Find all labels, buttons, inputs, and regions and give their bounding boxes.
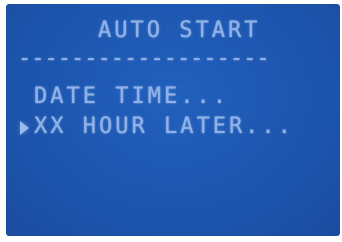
menu-item-label: DATE TIME... xyxy=(34,84,229,109)
screen-title: AUTO START xyxy=(98,18,261,43)
menu-item-label: XX HOUR LATER... xyxy=(34,114,294,139)
title-divider: ------------------- xyxy=(18,46,270,71)
lcd-screen: AUTO START ------------------- DATE TIME… xyxy=(6,4,340,236)
selection-cursor-icon xyxy=(20,121,29,135)
